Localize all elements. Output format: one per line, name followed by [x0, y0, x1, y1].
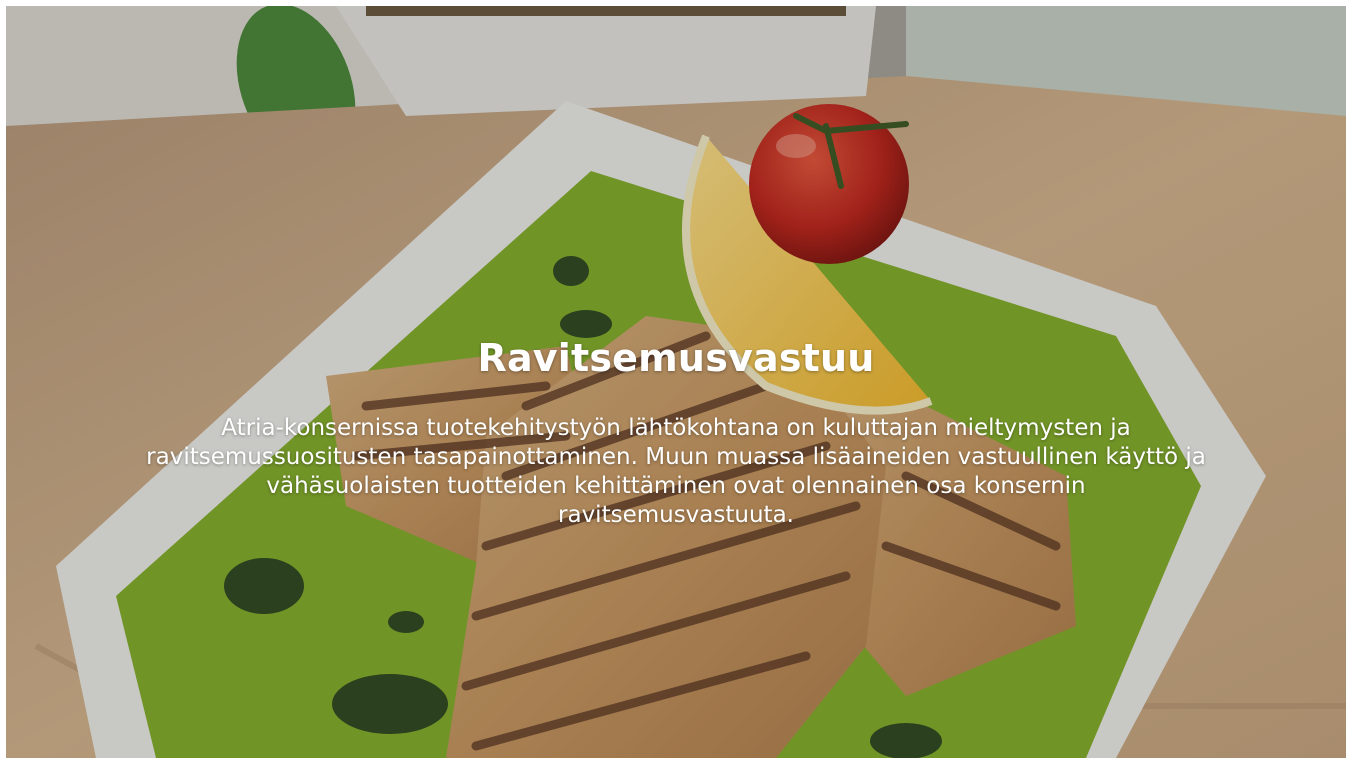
hero-content: Ravitsemusvastuu Atria-konsernissa tuote…	[136, 332, 1216, 530]
hero-description: Atria-konsernissa tuotekehitystyön lähtö…	[146, 415, 1206, 528]
hero-banner: Ravitsemusvastuu Atria-konsernissa tuote…	[6, 6, 1346, 758]
hero-title: Ravitsemusvastuu	[477, 336, 875, 380]
